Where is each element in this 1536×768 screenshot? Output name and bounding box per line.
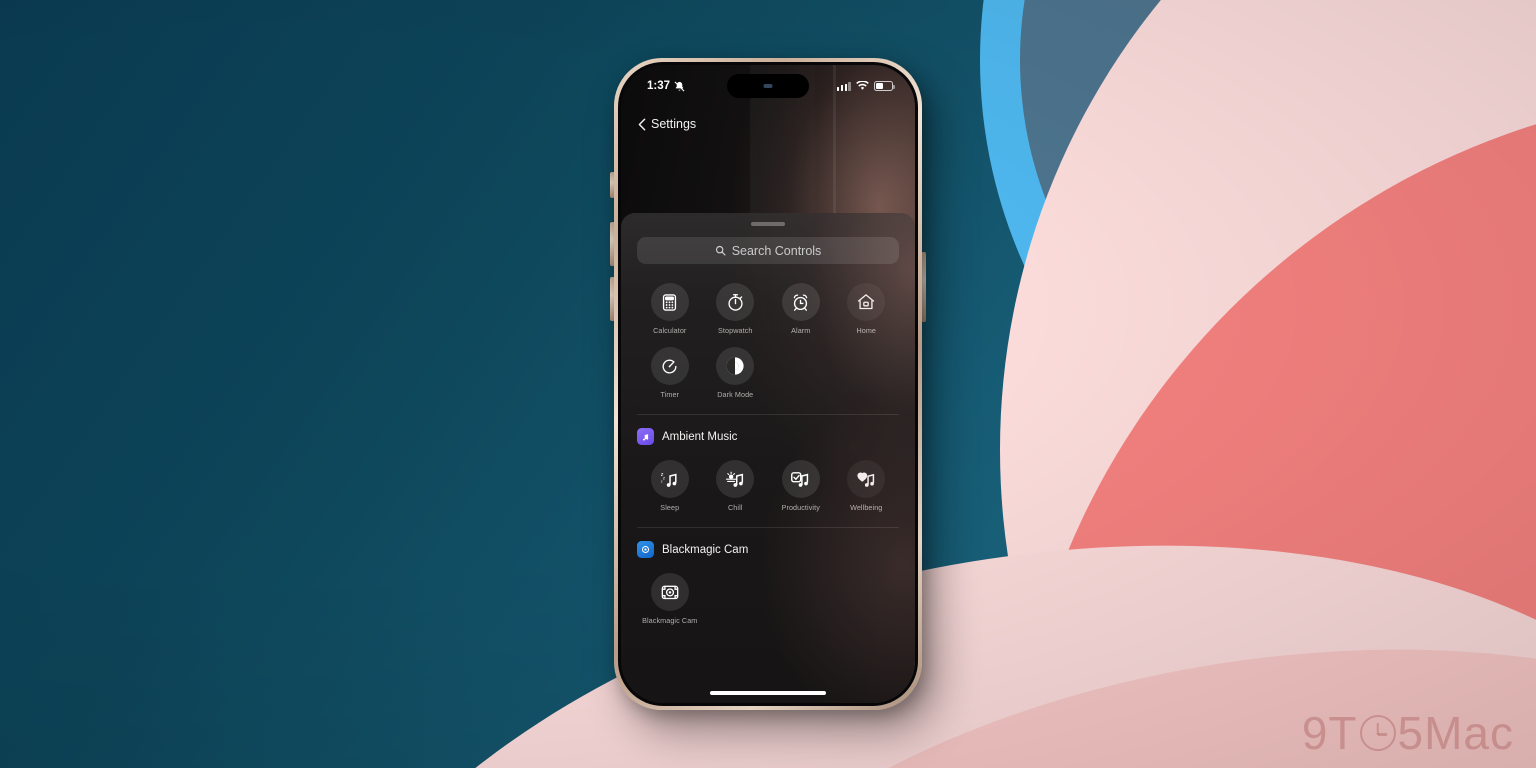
alarm-clock-icon	[791, 293, 810, 312]
control-label: Stopwatch	[718, 326, 753, 335]
battery-icon	[874, 81, 895, 91]
control-productivity[interactable]: Productivity	[768, 458, 834, 518]
control-calculator[interactable]: Calculator	[637, 281, 703, 341]
control-dark-mode[interactable]: Dark Mode	[703, 345, 769, 405]
control-icon-container	[716, 347, 755, 385]
bell-slash-icon	[674, 81, 685, 92]
back-button-label: Settings	[651, 117, 697, 131]
control-timer[interactable]: Timer	[637, 345, 703, 405]
control-label: Sleep	[660, 503, 680, 512]
control-label: Timer	[660, 390, 680, 399]
control-label: Alarm	[791, 326, 811, 335]
control-label: Calculator	[653, 326, 687, 335]
control-alarm[interactable]: Alarm	[768, 281, 834, 341]
add-controls-sheet: Search Controls Calculator Stopwatch Ala…	[621, 213, 915, 703]
stopwatch-icon	[726, 293, 745, 312]
watermark-9to5mac: 9T 5Mac	[1302, 706, 1514, 760]
wifi-icon	[856, 81, 869, 91]
phone-bezel: 1:37 Settings Search Controls Calculator…	[618, 62, 918, 706]
chill-music-icon	[725, 469, 746, 490]
watermark-text-1: 9T	[1301, 707, 1358, 759]
control-label: Blackmagic Cam	[642, 616, 698, 625]
dynamic-island	[727, 74, 809, 98]
control-label: Chill	[728, 503, 743, 512]
section-divider	[637, 414, 899, 415]
productivity-music-icon	[790, 469, 811, 490]
ambient-music-app-icon	[637, 428, 654, 445]
control-icon-container	[847, 460, 886, 498]
control-label: Dark Mode	[717, 390, 754, 399]
section-title: Blackmagic Cam	[662, 543, 749, 556]
control-icon-container	[650, 573, 689, 611]
sleep-music-icon: z z z	[659, 469, 680, 490]
sheet-grabber-handle[interactable]	[751, 222, 785, 226]
section-header-ambient-music: Ambient Music	[637, 428, 899, 445]
phone-screen: 1:37 Settings Search Controls Calculator…	[621, 65, 915, 703]
camera-icon	[660, 582, 680, 602]
control-icon-container	[847, 283, 886, 321]
control-icon-container	[650, 283, 689, 321]
wellbeing-music-icon	[856, 469, 877, 490]
search-placeholder: Search Controls	[731, 243, 822, 258]
control-icon-container: z z z	[650, 460, 689, 498]
section-header-blackmagic-cam: Blackmagic Cam	[637, 541, 899, 558]
status-bar-right	[836, 81, 895, 91]
house-icon	[856, 292, 876, 312]
control-stopwatch[interactable]: Stopwatch	[703, 281, 769, 341]
control-label: Productivity	[781, 503, 820, 512]
system-controls-grid: Calculator Stopwatch Alarm Home Timer Da…	[637, 281, 899, 405]
search-icon	[715, 245, 726, 256]
blackmagic-cam-app-icon	[637, 541, 654, 558]
control-icon-container	[650, 347, 689, 385]
blackmagic-cam-controls-grid: Blackmagic Cam	[637, 571, 899, 631]
control-wellbeing[interactable]: Wellbeing	[834, 458, 900, 518]
section-title: Ambient Music	[662, 430, 738, 443]
svg-text:z: z	[663, 475, 665, 480]
section-divider	[637, 527, 899, 528]
calculator-icon	[660, 293, 679, 312]
watermark-text-2: 5Mac	[1397, 707, 1514, 759]
svg-text:z: z	[661, 479, 663, 483]
timer-icon	[660, 357, 679, 376]
control-blackmagic-cam[interactable]: Blackmagic Cam	[637, 571, 703, 631]
cellular-signal-icon	[836, 81, 851, 91]
iphone-device: 1:37 Settings Search Controls Calculator…	[614, 58, 922, 710]
clock-icon	[1359, 715, 1396, 751]
control-chill[interactable]: Chill	[703, 458, 769, 518]
island-indicator-dot	[763, 84, 773, 88]
home-indicator[interactable]	[710, 690, 826, 695]
control-icon-container	[716, 283, 755, 321]
status-bar-time: 1:37	[647, 80, 671, 92]
control-icon-container	[781, 283, 820, 321]
control-label: Wellbeing	[850, 503, 883, 512]
search-controls-input[interactable]: Search Controls	[637, 237, 899, 264]
ambient-music-controls-grid: z z z Sleep Chill Productivity Wellbeing	[637, 458, 899, 518]
control-icon-container	[781, 460, 820, 498]
control-icon-container	[716, 460, 755, 498]
control-sleep[interactable]: z z z Sleep	[637, 458, 703, 518]
back-to-settings-button[interactable]: Settings	[638, 117, 696, 131]
dark-mode-icon	[724, 355, 746, 377]
control-label: Home	[856, 326, 877, 335]
chevron-left-icon	[638, 118, 646, 131]
status-bar-left: 1:37	[647, 80, 685, 92]
control-home[interactable]: Home	[834, 281, 900, 341]
